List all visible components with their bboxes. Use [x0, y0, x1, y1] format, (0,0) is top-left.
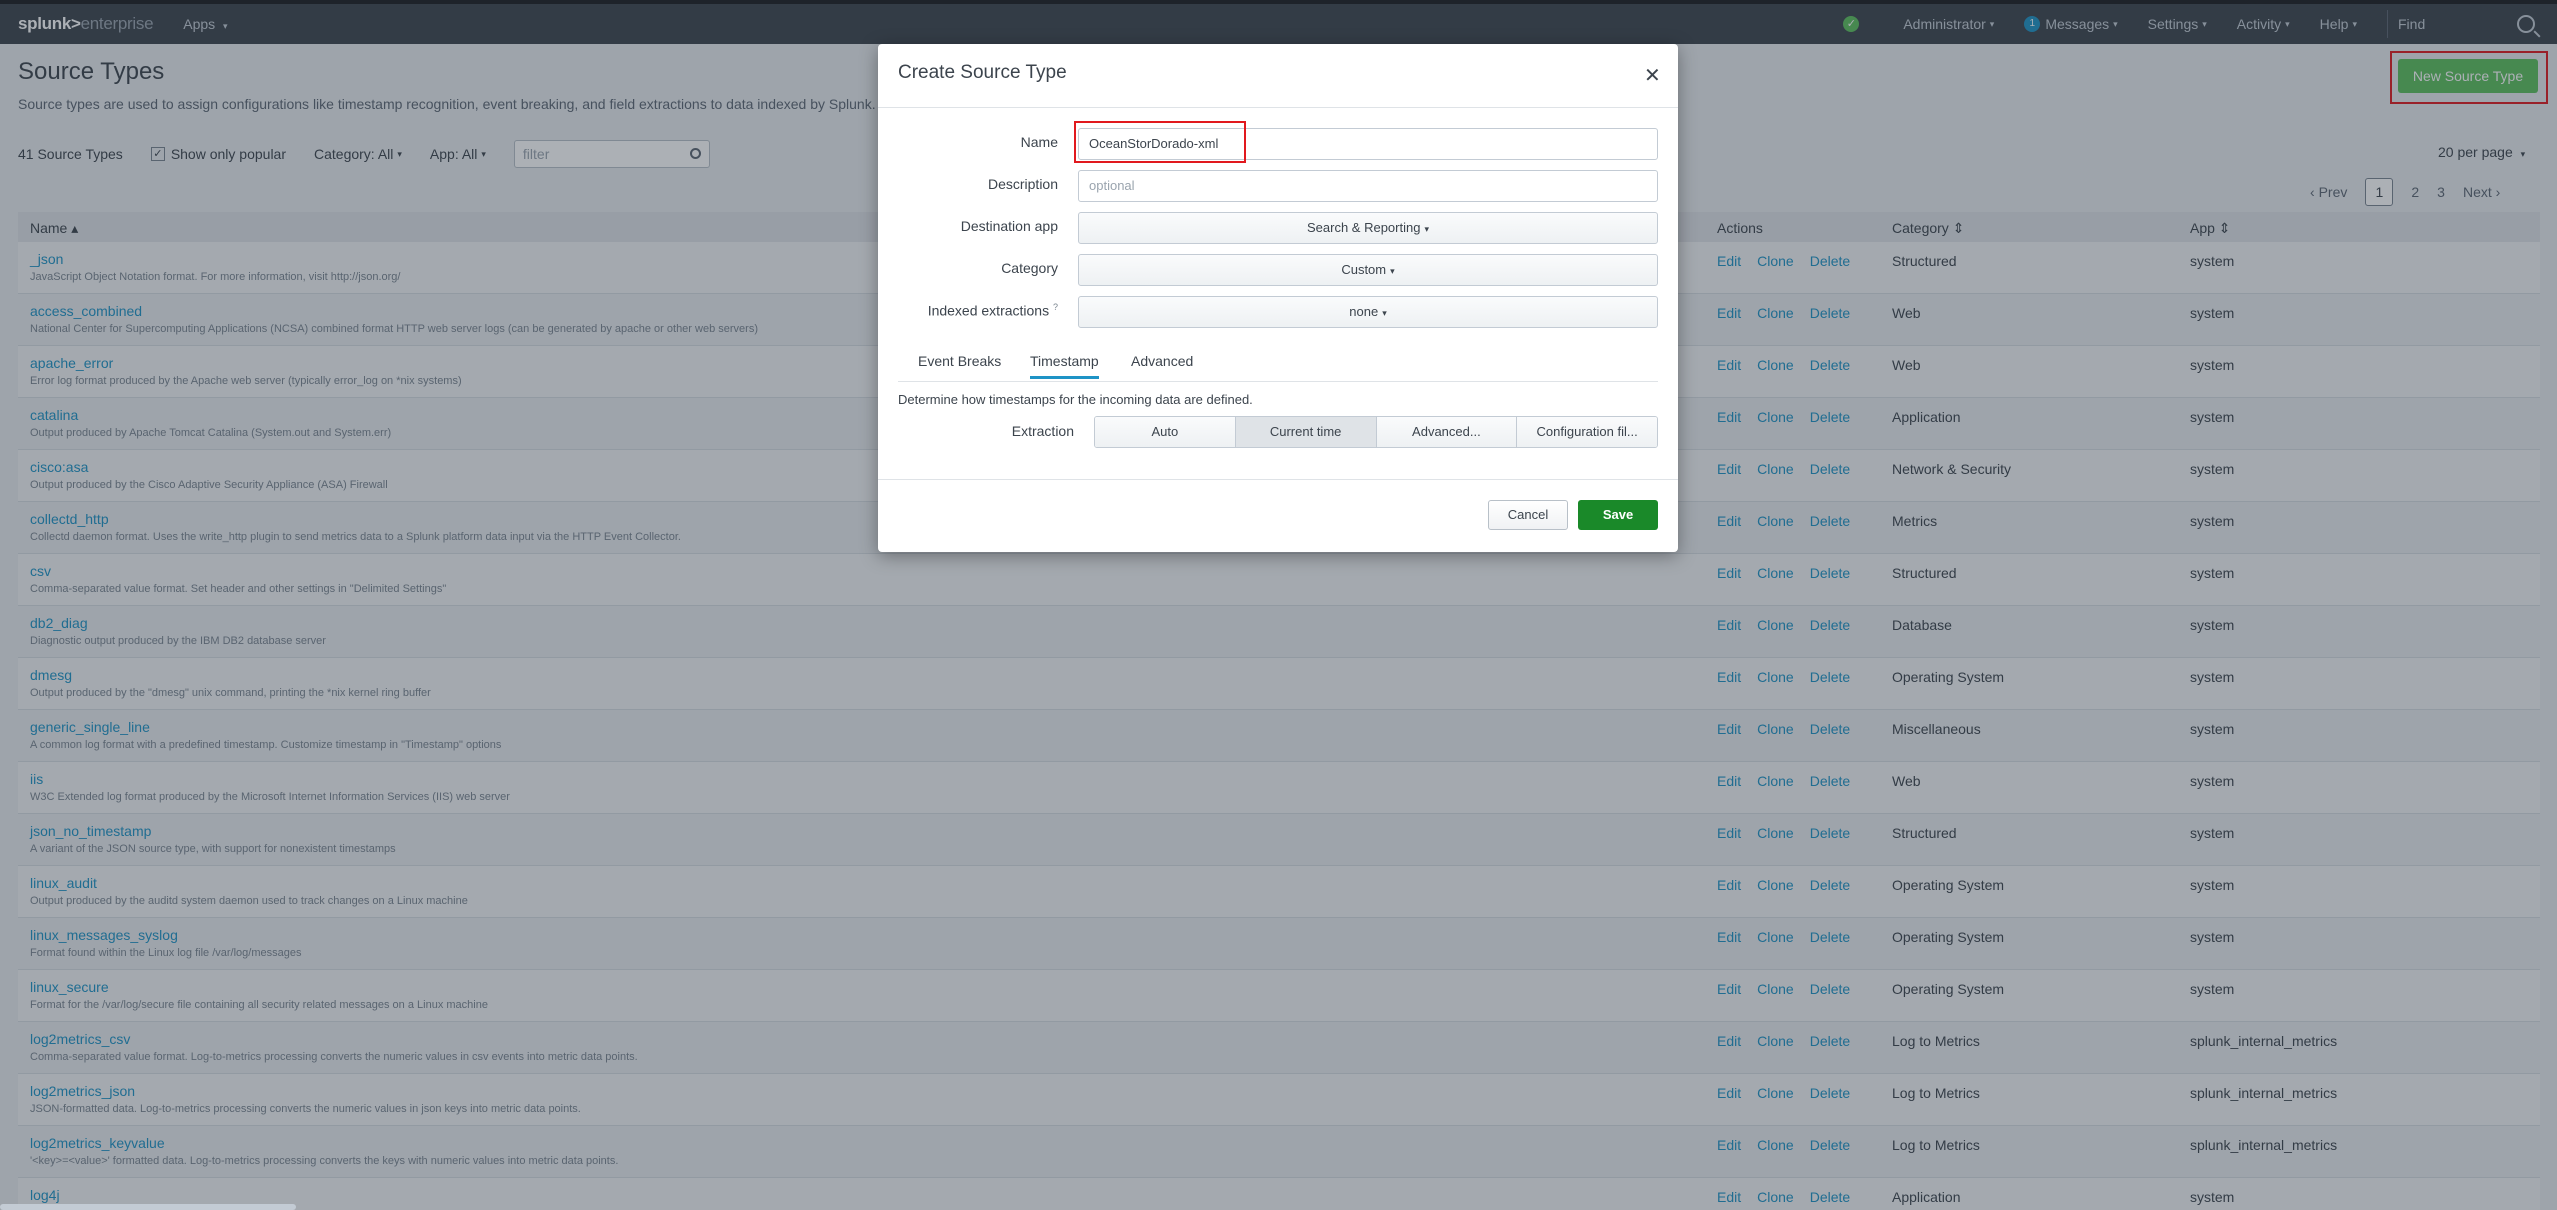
extraction-label: Extraction — [1011, 423, 1074, 439]
dialog-divider — [878, 107, 1678, 108]
cancel-button[interactable]: Cancel — [1488, 500, 1568, 530]
destination-app-label: Destination app — [960, 218, 1058, 234]
save-button[interactable]: Save — [1578, 500, 1658, 530]
tab-advanced[interactable]: Advanced — [1131, 353, 1193, 369]
tab-timestamp[interactable]: Timestamp — [1030, 353, 1099, 379]
highlight-box-name — [1074, 121, 1246, 163]
category-label: Category — [1001, 260, 1058, 276]
create-source-type-dialog: Create Source Type ✕ Name OceanStorDorad… — [878, 44, 1678, 552]
timestamp-help-text: Determine how timestamps for the incomin… — [898, 392, 1253, 407]
extraction-config-file-button[interactable]: Configuration fil... — [1517, 417, 1657, 447]
dialog-title: Create Source Type — [898, 62, 1067, 83]
category-dropdown[interactable]: Custom ▾ — [1078, 254, 1658, 286]
extraction-auto-button[interactable]: Auto — [1095, 417, 1236, 447]
dialog-footer-divider — [878, 479, 1678, 480]
close-icon[interactable]: ✕ — [1644, 66, 1661, 86]
indexed-extractions-label: Indexed extractions ? — [927, 302, 1058, 319]
extraction-segmented-control: Auto Current time Advanced... Configurat… — [1094, 416, 1658, 448]
tab-event-breaks[interactable]: Event Breaks — [918, 353, 1001, 369]
destination-app-dropdown[interactable]: Search & Reporting ▾ — [1078, 212, 1658, 244]
indexed-extractions-dropdown[interactable]: none ▾ — [1078, 296, 1658, 328]
extraction-current-time-button[interactable]: Current time — [1235, 417, 1377, 447]
horizontal-scrollbar[interactable] — [0, 1204, 296, 1210]
extraction-advanced-button[interactable]: Advanced... — [1376, 417, 1518, 447]
help-icon[interactable]: ? — [1053, 302, 1058, 312]
description-label: Description — [987, 176, 1058, 192]
settings-tabs: Event Breaks Timestamp Advanced — [898, 344, 1658, 382]
description-input[interactable]: optional — [1078, 170, 1658, 202]
name-label: Name — [1020, 134, 1058, 150]
